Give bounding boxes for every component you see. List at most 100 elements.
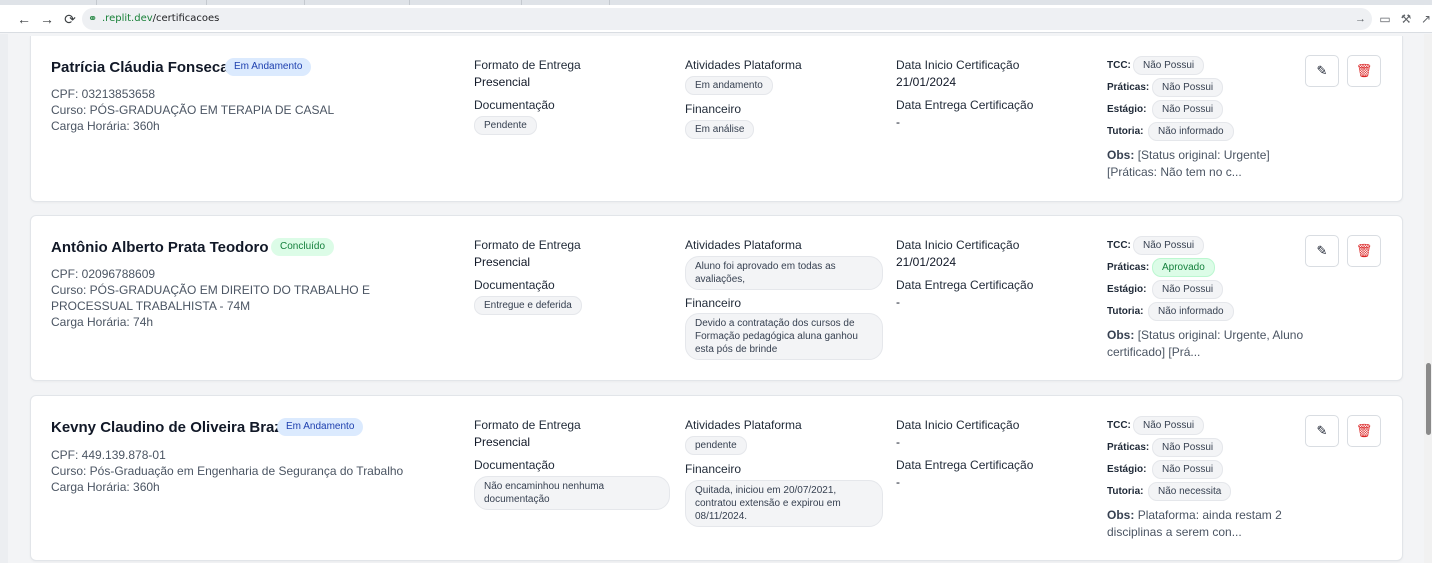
tcc-label: TCC: [1107, 240, 1131, 251]
curso-text: Curso: PÓS-GRADUAÇÃO EM TERAPIA DE CASAL [51, 103, 335, 117]
financeiro-pill: Devido a contratação dos cursos de Forma… [685, 313, 883, 360]
data-inicio-value: 21/01/2024 [896, 75, 957, 89]
carga-horaria-text: Carga Horária: 360h [51, 119, 160, 133]
estagio-pill: Não Possui [1152, 460, 1224, 479]
estagio-pill: Não Possui [1152, 100, 1224, 119]
tutoria-label: Tutoria: [1107, 486, 1144, 497]
observacoes: Obs: [Status original: Urgente] [Prática… [1107, 148, 1270, 179]
edit-button[interactable]: ✎ [1305, 55, 1339, 87]
financeiro-pill: Quitada, iniciou em 20/07/2021, contrato… [685, 480, 883, 527]
wrench-icon[interactable]: ⚒ [1398, 11, 1414, 27]
curso-text: Curso: Pós-Graduação em Engenharia de Se… [51, 464, 404, 478]
documentacao-label: Documentação [474, 98, 555, 112]
delete-button[interactable]: 🗑 [1347, 235, 1381, 267]
carga-horaria-text: Carga Horária: 74h [51, 315, 154, 329]
formato-value: Presencial [474, 435, 531, 449]
delete-button[interactable]: 🗑 [1347, 415, 1381, 447]
data-inicio-value: 21/01/2024 [896, 255, 957, 269]
formato-label: Formato de Entrega [474, 418, 581, 432]
data-entrega-value: - [896, 295, 900, 309]
edit-icon: ✎ [1316, 423, 1328, 438]
data-inicio-label: Data Inicio Certificação [896, 418, 1020, 432]
tutoria-label: Tutoria: [1107, 306, 1144, 317]
status-badge: Concluído [271, 238, 335, 256]
documentacao-pill: Não encaminhou nenhuma documentação [474, 476, 670, 510]
edit-button[interactable]: ✎ [1305, 415, 1339, 447]
atividades-pill: Em andamento [685, 76, 773, 95]
edit-icon: ✎ [1316, 63, 1328, 78]
tcc-label: TCC: [1107, 420, 1131, 431]
observacoes: Obs: Plataforma: ainda restam 2 discipli… [1107, 508, 1282, 539]
data-entrega-label: Data Entrega Certificação [896, 278, 1034, 292]
data-entrega-value: - [896, 475, 900, 489]
certification-card: Kevny Claudino de Oliveira Braz Em Andam… [30, 395, 1403, 561]
edit-button[interactable]: ✎ [1305, 235, 1339, 267]
tutoria-label: Tutoria: [1107, 126, 1144, 137]
tutoria-pill: Não necessita [1148, 482, 1232, 501]
data-inicio-value: - [896, 435, 900, 449]
student-details: CPF: 02096788609 Curso: PÓS-GRADUAÇÃO EM… [51, 266, 451, 330]
estagio-label: Estágio: [1107, 284, 1147, 295]
status-badge: Em Andamento [225, 58, 312, 76]
praticas-pill: Não Possui [1152, 78, 1224, 97]
cpf-text: CPF: 449.139.878-01 [51, 448, 166, 462]
tutoria-pill: Não informado [1148, 122, 1234, 141]
student-name: Patrícia Cláudia Fonseca [51, 59, 229, 76]
atividades-label: Atividades Plataforma [685, 58, 802, 72]
tcc-pill: Não Possui [1133, 56, 1205, 75]
open-external-icon[interactable]: ↗ [1418, 11, 1432, 27]
certification-card: Patrícia Cláudia Fonseca Em Andamento CP… [30, 36, 1403, 202]
data-inicio-label: Data Inicio Certificação [896, 58, 1020, 72]
reload-icon[interactable]: ⟳ [62, 11, 78, 27]
forward-arrow-icon[interactable]: → [39, 11, 55, 27]
documentacao-label: Documentação [474, 458, 555, 472]
scrollbar-thumb[interactable] [1426, 363, 1431, 435]
browser-toolbar: ← → ⟳ ⚭ .replit.dev/certificacoes → ▭ ⚒ … [0, 5, 1432, 33]
financeiro-pill: Em análise [685, 120, 755, 139]
scrollbar-track[interactable] [1424, 34, 1432, 563]
cpf-text: CPF: 02096788609 [51, 267, 156, 281]
tutoria-pill: Não informado [1148, 302, 1234, 321]
edit-icon: ✎ [1316, 243, 1328, 258]
cpf-text: CPF: 03213853658 [51, 87, 156, 101]
back-arrow-icon[interactable]: ← [16, 11, 32, 27]
student-name: Kevny Claudino de Oliveira Braz [51, 419, 282, 436]
link-icon: ⚭ [88, 13, 98, 25]
atividades-pill: pendente [685, 436, 747, 455]
trash-icon: 🗑 [1355, 63, 1373, 78]
student-details: CPF: 03213853658 Curso: PÓS-GRADUAÇÃO EM… [51, 86, 451, 134]
tcc-pill: Não Possui [1133, 236, 1205, 255]
praticas-label: Práticas: [1107, 442, 1150, 453]
documentacao-label: Documentação [474, 278, 555, 292]
status-badge: Em Andamento [277, 418, 364, 436]
financeiro-label: Financeiro [685, 462, 742, 476]
trash-icon: 🗑 [1355, 423, 1373, 438]
estagio-pill: Não Possui [1152, 280, 1224, 299]
screen-cast-icon[interactable]: ▭ [1377, 11, 1393, 27]
url-text: .replit.dev/certificacoes [102, 13, 220, 24]
tcc-label: TCC: [1107, 60, 1131, 71]
address-bar[interactable]: ⚭ .replit.dev/certificacoes → [82, 8, 1372, 30]
data-entrega-label: Data Entrega Certificação [896, 458, 1034, 472]
financeiro-label: Financeiro [685, 102, 742, 116]
estagio-label: Estágio: [1107, 104, 1147, 115]
atividades-label: Atividades Plataforma [685, 238, 802, 252]
student-name: Antônio Alberto Prata Teodoro [51, 239, 269, 256]
formato-label: Formato de Entrega [474, 58, 581, 72]
atividades-pill: Aluno foi aprovado em todas as avaliaçõe… [685, 256, 883, 290]
documentacao-pill: Entregue e deferida [474, 296, 582, 315]
data-entrega-label: Data Entrega Certificação [896, 98, 1034, 112]
documentacao-pill: Pendente [474, 116, 537, 135]
data-inicio-label: Data Inicio Certificação [896, 238, 1020, 252]
atividades-label: Atividades Plataforma [685, 418, 802, 432]
praticas-pill: Não Possui [1152, 438, 1224, 457]
page-gutter [0, 34, 8, 563]
observacoes: Obs: [Status original: Urgente, Aluno ce… [1107, 328, 1304, 359]
go-arrow-icon[interactable]: → [1355, 11, 1366, 27]
tcc-pill: Não Possui [1133, 416, 1205, 435]
estagio-label: Estágio: [1107, 464, 1147, 475]
curso-text: Curso: PÓS-GRADUAÇÃO EM DIREITO DO TRABA… [51, 283, 370, 313]
trash-icon: 🗑 [1355, 243, 1373, 258]
praticas-label: Práticas: [1107, 262, 1150, 273]
delete-button[interactable]: 🗑 [1347, 55, 1381, 87]
